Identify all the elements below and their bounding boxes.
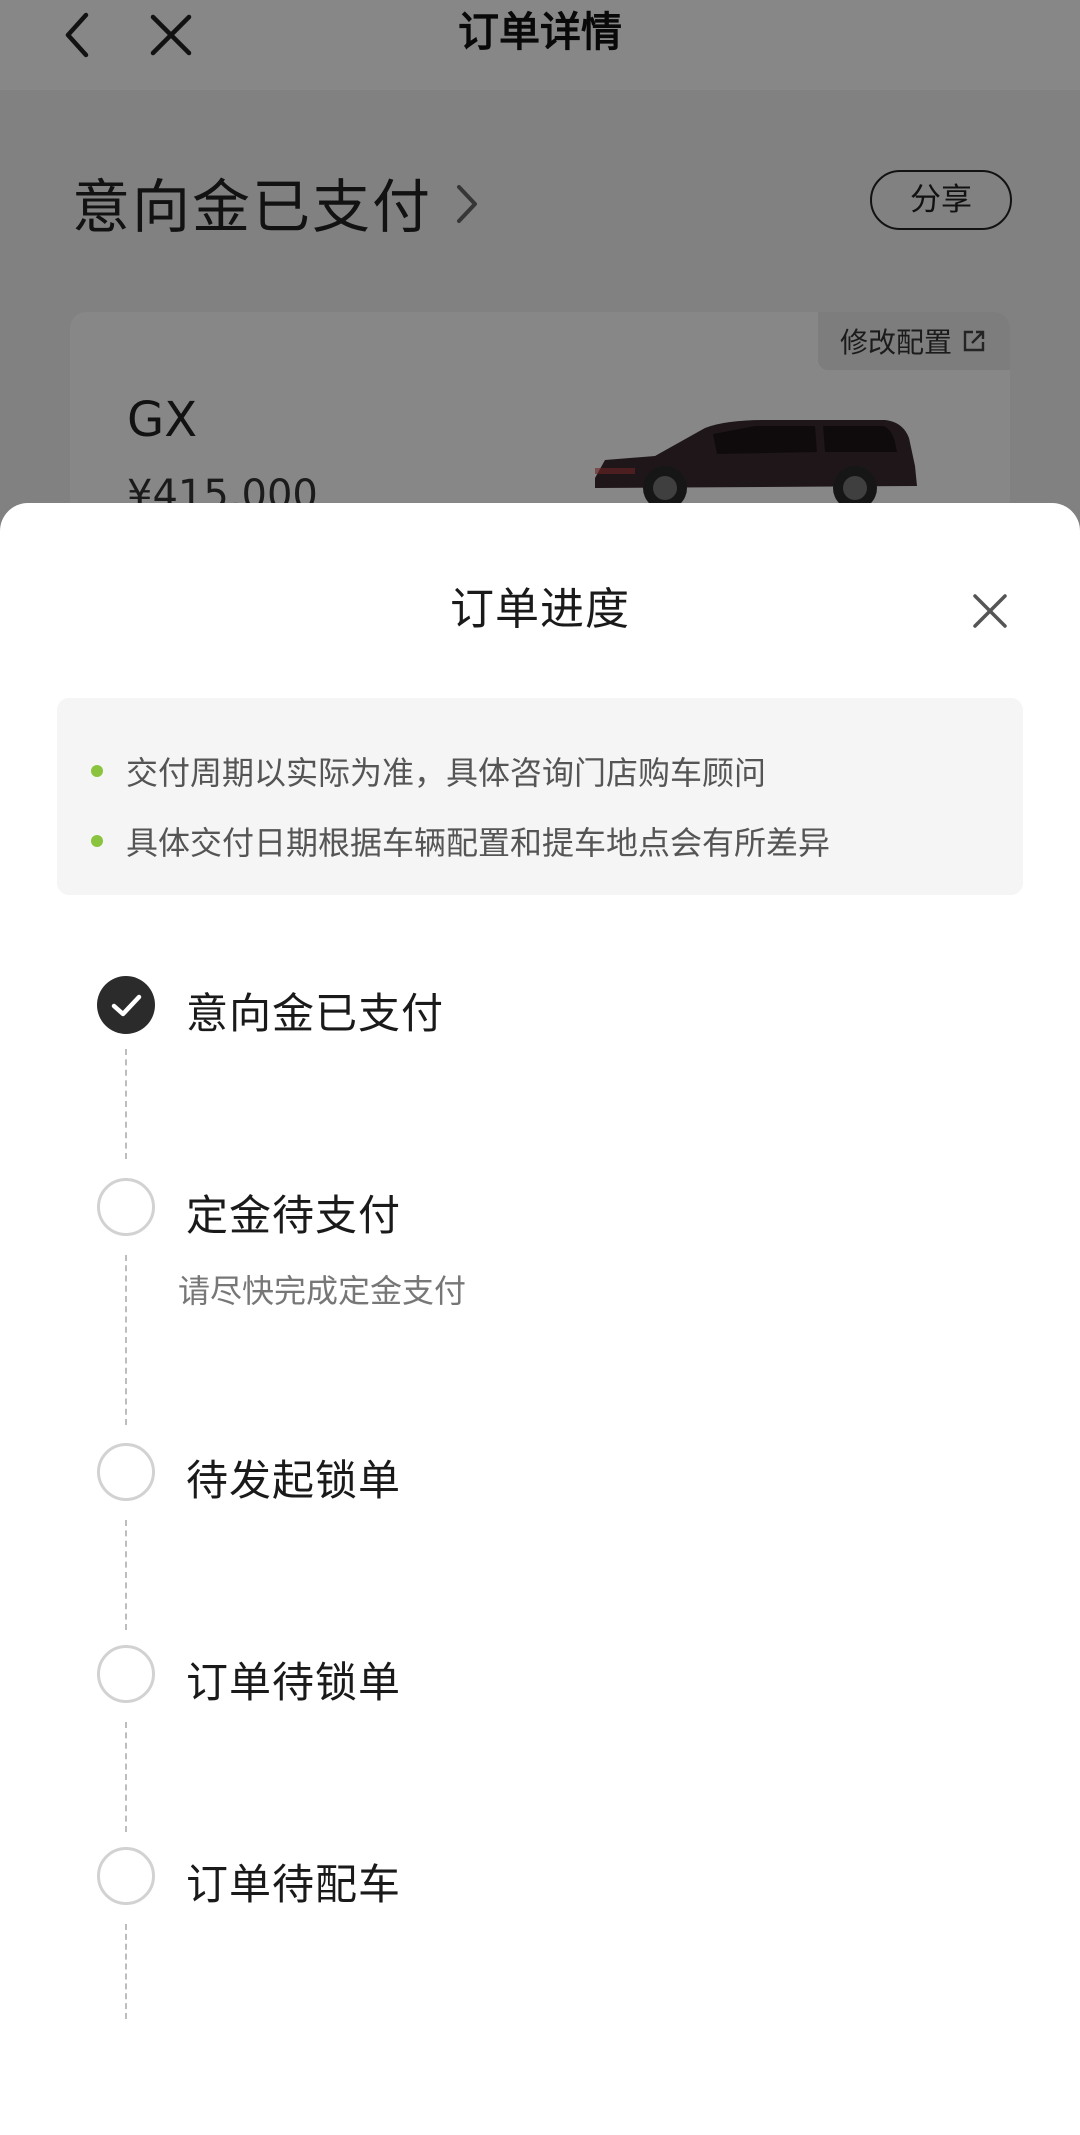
step-label-deposit-pending: 定金待支付 — [186, 1191, 402, 1240]
step-label-vehicle-allocation: 订单待配车 — [186, 1860, 402, 1909]
empty-circle-icon — [97, 1645, 155, 1703]
timeline-connector — [125, 1722, 127, 1832]
progress-timeline: 意向金已支付 定金待支付 请尽快完成定金支付 待发起锁单 订单待锁单 订单待配车 — [0, 503, 1080, 2135]
timeline-connector — [125, 1924, 127, 2019]
order-progress-sheet: 订单进度 交付周期以实际为准，具体咨询门店购车顾问 具体交付日期根据车辆配置和提… — [0, 503, 1080, 2135]
timeline-connector — [125, 1049, 127, 1159]
step-label-await-lock: 待发起锁单 — [186, 1456, 402, 1505]
step-hint: 请尽快完成定金支付 — [178, 1272, 467, 1310]
step-label-order-lock: 订单待锁单 — [186, 1658, 402, 1707]
timeline-connector — [125, 1255, 127, 1425]
empty-circle-icon — [97, 1847, 155, 1905]
empty-circle-icon — [97, 1178, 155, 1236]
timeline-connector — [125, 1520, 127, 1630]
step-label-intent-paid: 意向金已支付 — [186, 989, 445, 1038]
check-circle-icon — [97, 976, 155, 1034]
empty-circle-icon — [97, 1443, 155, 1501]
